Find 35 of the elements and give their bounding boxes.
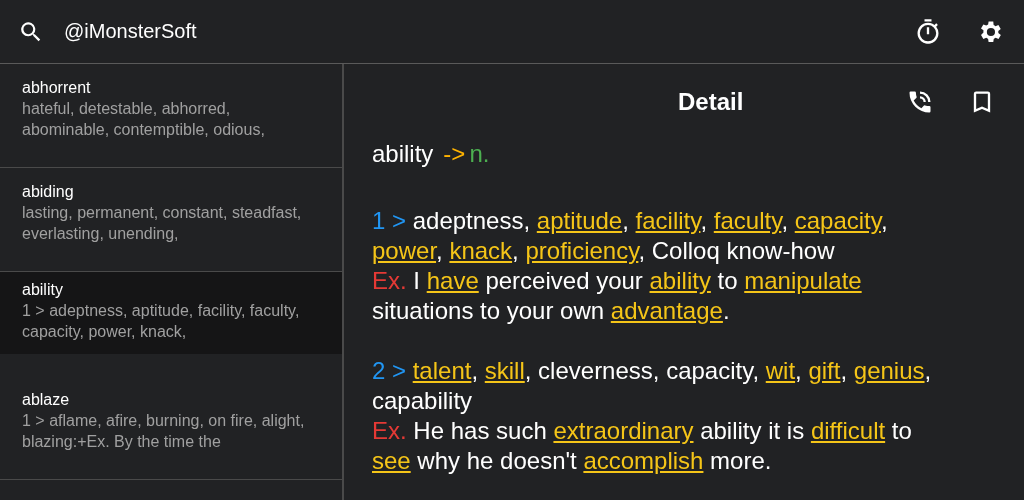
word-link[interactable]: difficult: [810, 417, 886, 444]
example-text: Ex. I have perceived your ability to manipulate situations to your own advantage.: [372, 266, 863, 326]
word-link[interactable]: manipulate: [744, 267, 862, 294]
word-link[interactable]: gift: [808, 357, 841, 384]
word-link[interactable]: extraordinary: [553, 417, 694, 444]
word-title: ability: [22, 280, 64, 300]
word-link[interactable]: knack: [449, 237, 513, 264]
word-link[interactable]: accomplish: [583, 447, 704, 474]
word-link[interactable]: have: [426, 267, 479, 294]
arrow-text: ->: [443, 140, 466, 167]
part-of-speech: n.: [469, 140, 490, 167]
word-preview: 1 > adeptness, aptitude, facility, faculty, capacity, power, knack,: [22, 301, 301, 342]
word-preview: hateful, detestable, abhorred, abominable, contemptible, odious,: [22, 99, 266, 140]
word-preview: 1 > aflame, afire, burning, on fire, alight, blazing:+Ex. By the time the: [22, 411, 306, 452]
word-link[interactable]: capacity: [794, 207, 881, 234]
example-text: Ex. He has such extraordinary ability it is difficult to see why he doesn't accomplish more.: [372, 416, 913, 476]
word-link[interactable]: facility: [635, 207, 701, 234]
word-link[interactable]: wit: [765, 357, 796, 384]
word-link[interactable]: power: [372, 237, 437, 264]
word-link[interactable]: see: [372, 447, 411, 474]
word-link[interactable]: ability: [649, 267, 711, 294]
detail-title: Detail: [678, 88, 745, 116]
word-link[interactable]: aptitude: [536, 207, 623, 234]
word-title: ablaze: [22, 390, 71, 410]
word-link[interactable]: proficiency: [525, 237, 639, 264]
word-link[interactable]: faculty: [713, 207, 782, 234]
word-link[interactable]: talent: [412, 357, 472, 384]
search-field[interactable]: @iMonsterSoft: [58, 16, 900, 47]
word-link[interactable]: skill: [484, 357, 525, 384]
word-title: abhorrent: [22, 78, 92, 98]
word-link[interactable]: genius: [853, 357, 925, 384]
headword: ability: [372, 140, 434, 167]
word-title: abiding: [22, 182, 75, 202]
word-link[interactable]: advantage: [610, 297, 723, 324]
word-preview: lasting, permanent, constant, steadfast, everlasting, unending,: [22, 203, 303, 244]
